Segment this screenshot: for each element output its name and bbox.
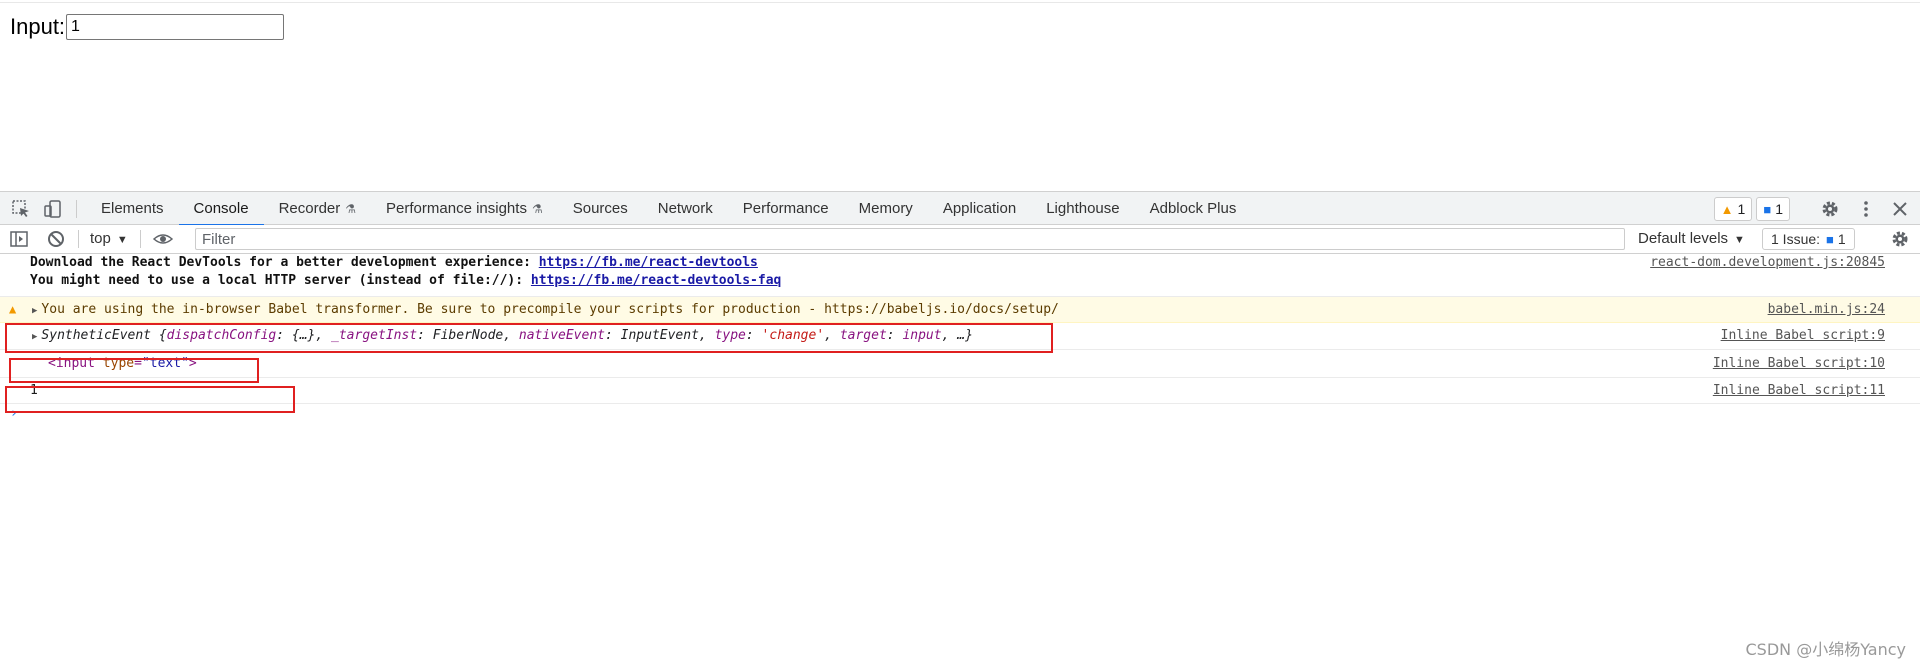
toolbar-separator xyxy=(76,200,77,218)
log-levels-dropdown[interactable]: Default levels ▼ xyxy=(1638,225,1745,254)
tab-application[interactable]: Application xyxy=(928,192,1031,225)
caret-down-icon: ▼ xyxy=(116,234,128,246)
caret-down-icon: ▼ xyxy=(1734,234,1745,246)
device-toolbar-icon[interactable] xyxy=(43,199,63,219)
issue-badges: ▲ 1 ■ 1 xyxy=(1713,197,1790,221)
flask-icon: ⚗ xyxy=(531,202,543,216)
warning-icon: ▲ xyxy=(9,302,17,316)
tab-console[interactable]: Console xyxy=(178,192,264,226)
web-page: Input: xyxy=(0,0,1920,191)
message-icon: ■ xyxy=(1763,201,1772,217)
tab-recorder[interactable]: Recorder ⚗ xyxy=(264,192,371,225)
message-text: You might need to use a local HTTP serve… xyxy=(30,273,782,288)
console-message-react: Download the React DevTools for a better… xyxy=(0,254,1920,297)
source-link[interactable]: react-dom.development.js:20845 xyxy=(1650,255,1885,270)
devtools-tabs: Elements Console Recorder ⚗ Performance i… xyxy=(86,192,1252,226)
tab-sources[interactable]: Sources xyxy=(558,192,643,225)
console-settings-gear-icon[interactable] xyxy=(1890,229,1910,249)
flask-icon: ⚗ xyxy=(345,202,357,216)
tab-adblock-plus[interactable]: Adblock Plus xyxy=(1135,192,1252,225)
devtools-tabbar: Elements Console Recorder ⚗ Performance i… xyxy=(0,191,1920,226)
close-icon[interactable] xyxy=(1890,199,1910,219)
react-devtools-link[interactable]: https://fb.me/react-devtools xyxy=(539,255,758,270)
source-link[interactable]: babel.min.js:24 xyxy=(1768,302,1885,317)
highlight-box-synthetic-event xyxy=(5,323,1053,353)
source-link[interactable]: Inline Babel script:10 xyxy=(1713,356,1885,371)
clear-console-icon[interactable] xyxy=(46,229,66,249)
source-link[interactable]: Inline Babel script:11 xyxy=(1713,383,1885,398)
tab-memory[interactable]: Memory xyxy=(844,192,928,225)
tab-network[interactable]: Network xyxy=(643,192,728,225)
console-filter-bar: top▼ Default levels▼ 1 Issue: ■ 1 xyxy=(0,225,1920,254)
input-label: Input: xyxy=(10,14,66,39)
context-selector[interactable]: top ▼ xyxy=(90,225,128,254)
more-options-icon[interactable] xyxy=(1856,199,1876,219)
gear-icon[interactable] xyxy=(1820,199,1840,219)
screen: Input: Elements Console Recorder⚗ Perfor… xyxy=(0,0,1920,665)
react-devtools-faq-link[interactable]: https://fb.me/react-devtools-faq xyxy=(531,273,781,288)
highlight-box-element xyxy=(9,358,259,383)
toolbar-separator xyxy=(140,230,141,248)
issues-button[interactable]: 1 Issue: ■ 1 xyxy=(1762,228,1855,250)
highlight-box-value xyxy=(5,386,295,413)
inspect-element-icon[interactable] xyxy=(11,199,31,219)
tab-performance-insights[interactable]: Performance insights ⚗ xyxy=(371,192,558,225)
console-message-element: <input type="text"> Inline Babel script:… xyxy=(0,350,1920,378)
message-icon: ■ xyxy=(1826,231,1834,247)
sidebar-toggle-icon[interactable] xyxy=(9,229,29,249)
console-output: Download the React DevTools for a better… xyxy=(0,254,1920,665)
message-text: Download the React DevTools for a better… xyxy=(30,255,758,270)
input-row: Input: xyxy=(10,14,285,40)
expand-triangle-icon[interactable]: ▶ xyxy=(32,306,37,316)
text-input[interactable] xyxy=(66,14,285,40)
watermark: CSDN @小绵杨Yancy xyxy=(1745,640,1907,659)
warning-icon: ▲ xyxy=(1720,201,1734,217)
top-divider xyxy=(0,2,1920,3)
filter-input[interactable] xyxy=(195,228,1625,250)
messages-badge[interactable]: ■ 1 xyxy=(1756,197,1790,221)
devtools-panel: Elements Console Recorder ⚗ Performance i… xyxy=(0,191,1920,665)
message-text[interactable]: ▶ You are using the in-browser Babel tran… xyxy=(32,302,1059,317)
toolbar-separator xyxy=(78,230,79,248)
source-link[interactable]: Inline Babel script:9 xyxy=(1721,328,1885,343)
tab-performance[interactable]: Performance xyxy=(728,192,844,225)
tab-lighthouse[interactable]: Lighthouse xyxy=(1031,192,1134,225)
warnings-badge[interactable]: ▲ 1 xyxy=(1713,197,1753,221)
console-message-warning: ▲ ▶ You are using the in-browser Babel tr… xyxy=(0,297,1920,323)
tab-elements[interactable]: Elements xyxy=(86,192,179,225)
eye-icon[interactable] xyxy=(153,229,173,249)
